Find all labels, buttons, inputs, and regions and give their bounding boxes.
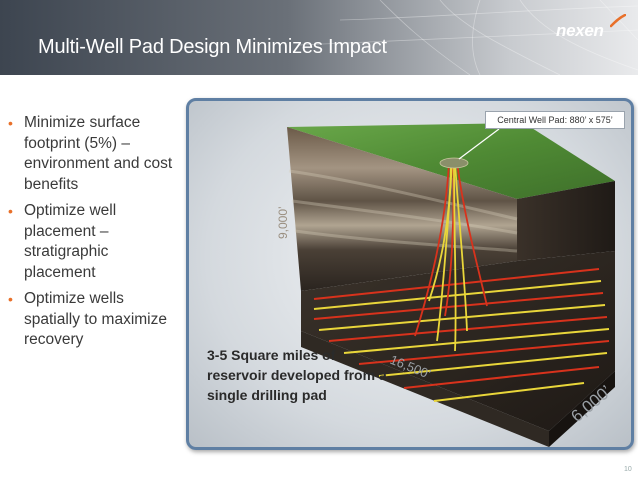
- bullet-text: Optimize wells spatially to maximize rec…: [24, 290, 167, 348]
- logo-swoosh-icon: [610, 14, 626, 28]
- figure-caption: 3-5 Square miles of reservoir developed …: [207, 347, 387, 403]
- well-pad-callout: Central Well Pad: 880’ x 575’: [485, 111, 625, 129]
- bullet-item: • Minimize surface footprint (5%) – envi…: [8, 113, 176, 195]
- company-logo: nexen: [556, 21, 604, 40]
- bullet-marker: •: [8, 291, 13, 307]
- bullet-marker: •: [8, 203, 13, 219]
- reservoir-diagram-frame: 9,000’ 16,500’ 6,000’ Central Well Pad: …: [186, 98, 634, 450]
- header-banner: Multi-Well Pad Design Minimizes Impact n…: [0, 0, 638, 75]
- depth-label: 9,000’: [276, 206, 290, 239]
- well-pad: [439, 157, 469, 169]
- bullet-text: Optimize well placement – stratigraphic …: [24, 202, 117, 281]
- page-number: 10: [624, 466, 632, 473]
- slide-title: Multi-Well Pad Design Minimizes Impact: [38, 36, 387, 58]
- bullet-marker: •: [8, 115, 13, 131]
- bullet-text: Minimize surface footprint (5%) – enviro…: [24, 114, 173, 193]
- bullet-item: • Optimize well placement – stratigraphi…: [8, 201, 176, 283]
- bullet-list: • Minimize surface footprint (5%) – envi…: [8, 113, 176, 357]
- bullet-item: • Optimize wells spatially to maximize r…: [8, 289, 176, 351]
